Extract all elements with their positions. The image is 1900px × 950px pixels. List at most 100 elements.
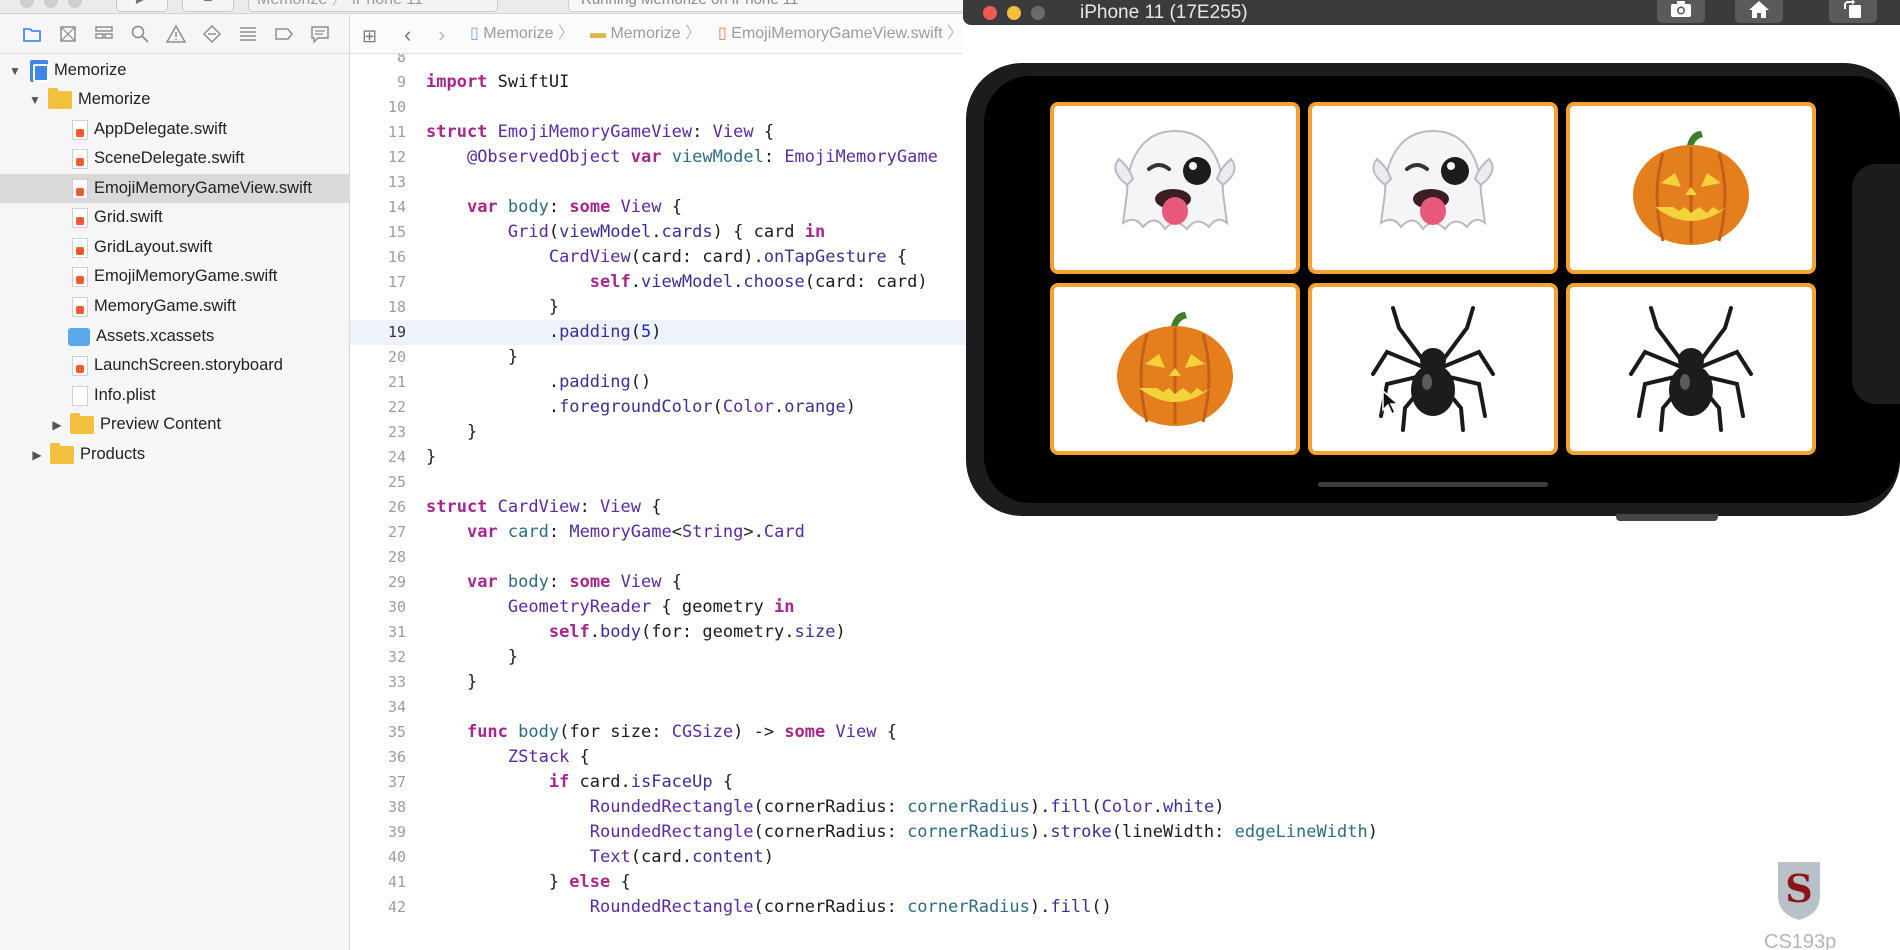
code-line: 34 bbox=[350, 695, 1900, 720]
code-text: struct EmojiMemoryGameView: View { bbox=[426, 122, 775, 142]
simulator-minimize-button[interactable] bbox=[1007, 6, 1021, 20]
tree-item-file[interactable]: Assets.xcassets bbox=[0, 322, 349, 351]
code-line: 37 if card.isFaceUp { bbox=[350, 770, 1900, 795]
mouse-pointer-icon bbox=[1382, 390, 1400, 416]
tree-item-label: Memorize bbox=[78, 90, 151, 108]
source-control-icon[interactable] bbox=[56, 23, 79, 45]
card-spider[interactable] bbox=[1308, 283, 1558, 455]
card-jack-o-lantern[interactable] bbox=[1050, 283, 1300, 455]
rotate-button[interactable] bbox=[1829, 0, 1877, 23]
back-chevron-icon[interactable]: ‹ bbox=[404, 22, 411, 48]
code-text: } bbox=[426, 297, 560, 317]
search-icon[interactable] bbox=[128, 23, 151, 45]
tree-item-label: MemoryGame.swift bbox=[94, 297, 237, 315]
debug-icon[interactable] bbox=[236, 23, 259, 45]
swift-file-icon bbox=[72, 266, 88, 287]
tree-item-file[interactable]: Info.plist bbox=[0, 381, 349, 410]
line-number: 13 bbox=[387, 173, 406, 191]
zoom-window-button[interactable] bbox=[68, 0, 82, 8]
line-number: 26 bbox=[387, 498, 406, 516]
disclosure-open-icon[interactable]: ▼ bbox=[28, 93, 42, 107]
assets-catalog-icon bbox=[68, 327, 90, 346]
tree-item-label: Memorize bbox=[54, 61, 127, 79]
tree-item-file[interactable]: Grid.swift bbox=[0, 203, 349, 232]
code-text: import SwiftUI bbox=[426, 72, 570, 92]
code-line: 29 var body: some View { bbox=[350, 570, 1900, 595]
stanford-logo-icon: S bbox=[1778, 862, 1820, 920]
simulator-title: iPhone 11 (17E255) bbox=[1080, 2, 1248, 23]
home-indicator[interactable] bbox=[1318, 482, 1548, 487]
code-text: var body: some View { bbox=[466, 197, 682, 217]
report-icon[interactable] bbox=[308, 23, 331, 45]
tree-item-file[interactable]: SceneDelegate.swift bbox=[0, 144, 349, 173]
simulator-title-bar: iPhone 11 (17E255) bbox=[963, 0, 1900, 25]
close-window-button[interactable] bbox=[20, 0, 34, 8]
line-number: 9 bbox=[396, 73, 406, 91]
card-spider[interactable] bbox=[1566, 283, 1816, 455]
disclosure-closed-icon[interactable]: ▶ bbox=[30, 448, 44, 462]
tree-item-file[interactable]: EmojiMemoryGame.swift bbox=[0, 262, 349, 291]
breadcrumb-group[interactable]: ▬ Memorize 〉 bbox=[590, 14, 701, 53]
code-line: 28 bbox=[350, 545, 1900, 570]
code-text: var body: some View { bbox=[466, 572, 682, 592]
line-number: 38 bbox=[387, 798, 406, 816]
tree-item-file[interactable]: LaunchScreen.storyboard bbox=[0, 351, 349, 380]
activity-text: Running Memorize on iPhone 11 bbox=[581, 0, 798, 8]
stop-icon: ■ bbox=[203, 0, 213, 6]
line-number: 25 bbox=[387, 473, 406, 491]
code-text: self.body(for: geometry.size) bbox=[548, 622, 846, 642]
code-text: self.viewModel.choose(card: card) bbox=[589, 272, 928, 292]
breadcrumb-project[interactable]: ▯ Memorize 〉 bbox=[470, 14, 574, 53]
code-line: 30 GeometryReader { geometry in bbox=[350, 595, 1900, 620]
tree-item-file[interactable]: AppDelegate.swift bbox=[0, 115, 349, 144]
minimize-window-button[interactable] bbox=[44, 0, 58, 8]
forward-chevron-icon[interactable]: › bbox=[438, 22, 445, 48]
line-number: 18 bbox=[387, 298, 406, 316]
warning-icon[interactable] bbox=[164, 23, 187, 45]
tree-item-project[interactable]: ▼ Memorize bbox=[0, 56, 349, 85]
code-line: 32 } bbox=[350, 645, 1900, 670]
card-jack-o-lantern[interactable] bbox=[1566, 102, 1816, 274]
related-items-grid-icon[interactable]: ⊞ bbox=[362, 26, 377, 47]
tree-item-file[interactable]: GridLayout.swift bbox=[0, 233, 349, 262]
code-text: var card: MemoryGame<String>.Card bbox=[466, 522, 805, 542]
code-text: @ObservedObject var viewModel: EmojiMemo… bbox=[466, 147, 938, 167]
line-number: 15 bbox=[387, 223, 406, 241]
folder-icon bbox=[70, 412, 94, 434]
disclosure-open-icon[interactable]: ▼ bbox=[8, 64, 22, 78]
tree-item-group-preview-content[interactable]: ▶ Preview Content bbox=[0, 410, 349, 439]
disclosure-closed-icon[interactable]: ▶ bbox=[50, 418, 64, 432]
spider-emoji-icon bbox=[1629, 306, 1753, 432]
scheme-selector[interactable]: Memorize 〉 iPhone 11 bbox=[248, 0, 498, 12]
scheme-target: Memorize bbox=[257, 0, 327, 8]
breakpoint-icon[interactable] bbox=[272, 23, 295, 45]
tree-item-file-selected[interactable]: EmojiMemoryGameView.swift bbox=[0, 174, 349, 203]
tree-item-group-memorize[interactable]: ▼ Memorize bbox=[0, 85, 349, 114]
card-ghost[interactable] bbox=[1308, 102, 1558, 274]
home-icon bbox=[1749, 1, 1769, 18]
tree-item-label: AppDelegate.swift bbox=[94, 120, 227, 138]
tree-item-label: Preview Content bbox=[100, 415, 222, 433]
folder-icon bbox=[48, 87, 72, 109]
run-button[interactable]: ▶ bbox=[116, 0, 168, 12]
screenshot-button[interactable] bbox=[1657, 0, 1705, 23]
code-line: 39 RoundedRectangle(cornerRadius: corner… bbox=[350, 820, 1900, 845]
line-number: 39 bbox=[387, 823, 406, 841]
tree-item-group-products[interactable]: ▶ Products bbox=[0, 440, 349, 469]
line-number: 24 bbox=[387, 448, 406, 466]
folder-icon[interactable] bbox=[20, 23, 43, 45]
line-number: 20 bbox=[387, 348, 406, 366]
stop-button[interactable]: ■ bbox=[182, 0, 234, 12]
simulator-close-button[interactable] bbox=[983, 6, 997, 20]
card-ghost[interactable] bbox=[1050, 102, 1300, 274]
test-diamond-icon[interactable] bbox=[200, 23, 223, 45]
activity-view: Running Memorize on iPhone 11 bbox=[568, 0, 968, 12]
tree-item-file[interactable]: MemoryGame.swift bbox=[0, 292, 349, 321]
folder-crumb-icon: ▬ bbox=[590, 25, 606, 42]
simulator-zoom-button[interactable] bbox=[1031, 6, 1045, 20]
code-text: RoundedRectangle(cornerRadius: cornerRad… bbox=[589, 822, 1378, 842]
home-button[interactable] bbox=[1735, 0, 1783, 23]
breadcrumb-file[interactable]: ▯ EmojiMemoryGameView.swift 〉 bbox=[718, 14, 963, 53]
code-line: 42 RoundedRectangle(cornerRadius: corner… bbox=[350, 895, 1900, 920]
hierarchy-icon[interactable] bbox=[92, 23, 115, 45]
